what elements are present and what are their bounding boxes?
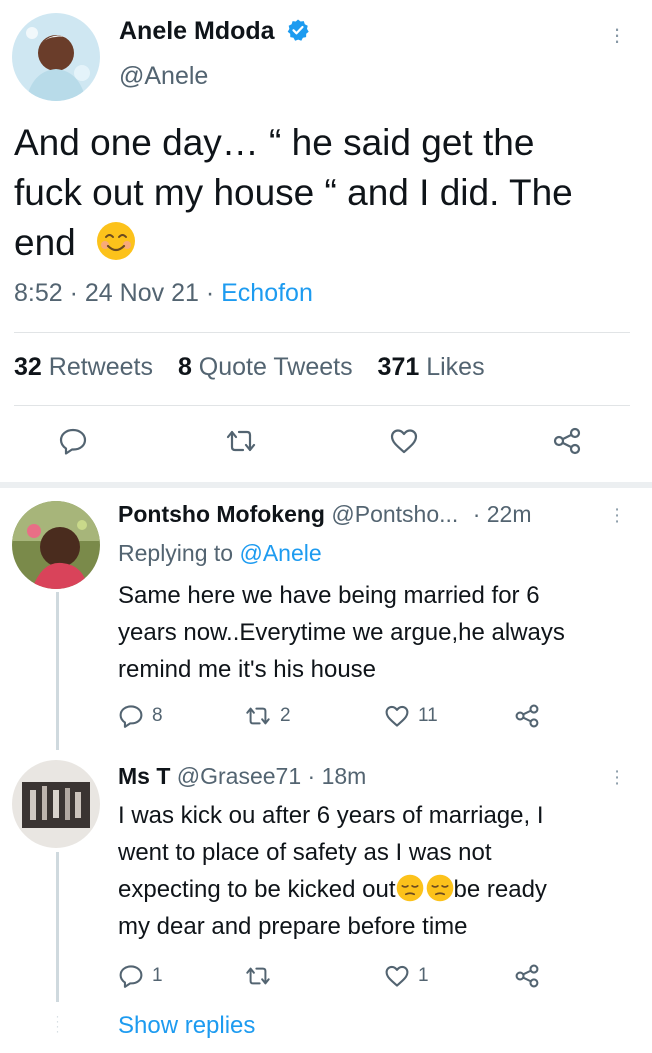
reply-time: · 22m <box>472 501 532 527</box>
reply-author-handle[interactable]: @Pontsho... <box>331 501 458 527</box>
retweet-button[interactable] <box>244 963 280 989</box>
author-avatar[interactable] <box>12 13 100 101</box>
share-icon <box>515 964 539 988</box>
quote-tweets-stat[interactable]: 8 Quote Tweets <box>178 353 353 381</box>
author-handle[interactable]: @Anele <box>119 62 208 91</box>
reply-author: Ms T @Grasee71 · 18m <box>118 763 366 790</box>
reply-tweet[interactable]: Ms T @Grasee71 · 18m · · · I was kick ou a… <box>0 750 652 1005</box>
like-button[interactable]: 11 <box>384 703 438 729</box>
reply-tweet[interactable]: Pontsho Mofokeng @Pontsho... · 22m · · · R… <box>0 488 652 743</box>
divider <box>14 405 630 406</box>
reply-icon <box>119 705 143 728</box>
like-icon <box>385 965 409 987</box>
pensive-face-emoji-icon <box>396 874 423 902</box>
more-options-icon[interactable]: · · · <box>612 18 622 52</box>
reply-button[interactable]: 8 <box>118 703 163 729</box>
like-count: 1 <box>418 965 429 986</box>
reply-icon <box>59 428 87 455</box>
share-button[interactable] <box>514 963 540 989</box>
tweet-source-link[interactable]: Echofon <box>221 279 313 307</box>
reply-action-bar: 1 1 <box>118 963 548 993</box>
verified-badge-icon <box>287 19 309 41</box>
share-icon <box>515 704 539 728</box>
retweet-count: 2 <box>280 705 291 726</box>
author-name[interactable]: Anele Mdoda <box>119 17 310 46</box>
tweet-text: And one day… “ he said get the fuck out … <box>14 122 573 263</box>
retweet-icon <box>246 967 270 985</box>
pensive-face-emoji-icon <box>426 874 453 902</box>
like-icon <box>385 705 409 727</box>
main-tweet: Anele Mdoda @Anele · · · And one day… “ he… <box>0 0 652 485</box>
reply-action-bar: 8 2 11 <box>118 703 548 733</box>
like-button[interactable]: 1 <box>384 963 429 989</box>
divider <box>14 332 630 333</box>
share-button[interactable] <box>514 703 540 729</box>
retweet-icon <box>226 430 256 452</box>
tweet-meta: 8:52 · 24 Nov 21 · Echofon <box>14 279 313 307</box>
reply-time: · 18m <box>307 763 367 789</box>
reply-count: 1 <box>152 965 163 986</box>
retweet-button[interactable] <box>224 426 258 461</box>
like-icon <box>390 429 418 454</box>
show-replies-link[interactable]: Show replies <box>118 1012 255 1040</box>
reply-text: Same here we have being married for 6 ye… <box>118 582 565 683</box>
more-options-icon[interactable]: · · · <box>612 500 622 531</box>
smiling-face-emoji-icon <box>97 222 136 260</box>
reply-count: 8 <box>152 705 163 726</box>
retweet-button[interactable]: 2 <box>244 703 291 729</box>
tweet-action-bar <box>0 420 652 470</box>
tweet-time: 8:52 <box>14 279 63 307</box>
reply-text: I was kick ou after 6 years of marriage,… <box>118 802 547 940</box>
like-button[interactable] <box>389 426 419 461</box>
reply-author-name[interactable]: Ms T <box>118 763 170 789</box>
thread-line <box>56 592 59 750</box>
tweet-stats: 32 Retweets 8 Quote Tweets 371 Likes <box>14 353 485 382</box>
reply-author: Pontsho Mofokeng @Pontsho... · 22m <box>118 501 531 528</box>
mention-link[interactable]: @Anele <box>239 540 321 566</box>
replying-to: Replying to @Anele <box>118 540 322 566</box>
reply-avatar[interactable] <box>12 760 100 848</box>
reply-author-handle[interactable]: @Grasee71 <box>177 763 301 789</box>
reply-button[interactable]: 1 <box>118 963 163 989</box>
reply-button[interactable] <box>58 426 88 461</box>
retweets-stat[interactable]: 32 Retweets <box>14 353 153 381</box>
share-button[interactable] <box>552 426 582 461</box>
retweet-icon <box>246 707 270 725</box>
share-icon <box>553 427 581 455</box>
reply-author-name[interactable]: Pontsho Mofokeng <box>118 501 325 527</box>
thread-dots: · · · · <box>55 1009 60 1038</box>
like-count: 11 <box>418 705 438 726</box>
more-options-icon[interactable]: · · · <box>612 762 622 793</box>
likes-stat[interactable]: 371 Likes <box>378 353 485 381</box>
reply-avatar[interactable] <box>12 501 100 589</box>
tweet-date: 24 Nov 21 <box>84 279 199 307</box>
reply-icon <box>119 965 143 988</box>
thread-line <box>56 852 59 1002</box>
